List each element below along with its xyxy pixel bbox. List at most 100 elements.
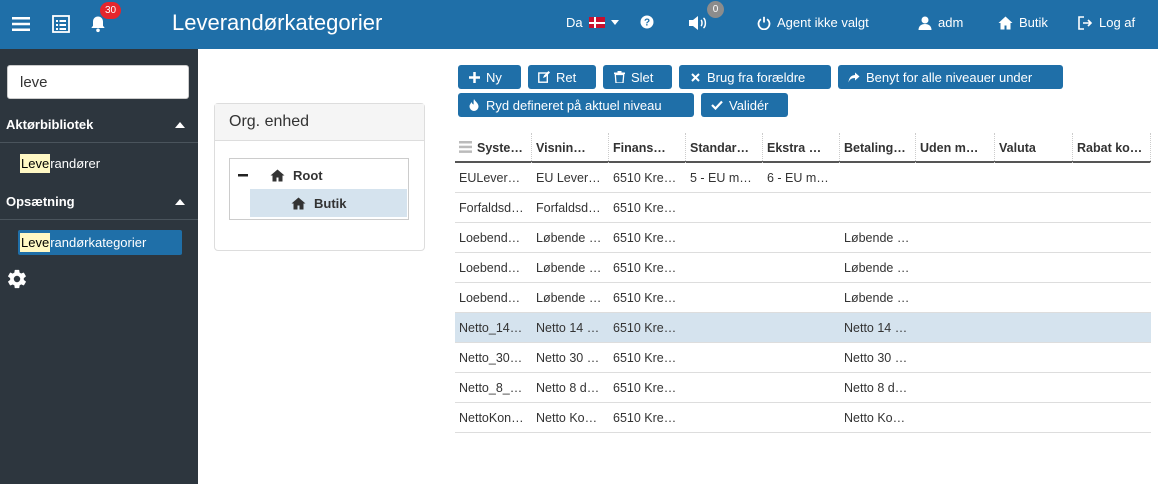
org-tree: Root Butik <box>229 158 409 220</box>
table-cell: 6510 Kre… <box>613 231 677 245</box>
table-cell <box>763 313 840 343</box>
language-selector[interactable]: Da <box>566 15 619 30</box>
table-cell: Netto_14… <box>459 321 523 335</box>
sidebar-section-actor-library[interactable]: Aktørbibliotek <box>0 107 198 143</box>
use-from-parent-button[interactable]: Brug fra forældre <box>679 65 831 89</box>
column-header[interactable]: Finans… <box>609 133 686 163</box>
table-cell: Løbende … <box>844 291 910 305</box>
help-icon[interactable]: ? <box>640 15 654 29</box>
table-cell <box>995 223 1073 253</box>
table-cell <box>916 253 995 283</box>
table-cell: Forfaldsd… <box>536 201 601 215</box>
column-header[interactable]: Ekstra … <box>763 133 840 163</box>
table-row[interactable]: Netto_30… Netto 30 … 6510 Kre… Netto 30 … <box>455 343 1151 373</box>
new-button[interactable]: Ny <box>458 65 521 89</box>
table-cell <box>686 373 763 403</box>
table-cell: 6510 Kre… <box>613 171 677 185</box>
table-cell: 6510 Kre… <box>613 381 677 395</box>
column-header[interactable]: Uden m… <box>916 133 995 163</box>
table-cell: Netto_8_… <box>459 381 523 395</box>
shop-link[interactable]: Butik <box>998 15 1048 30</box>
table-cell <box>686 193 763 223</box>
table-cell <box>1073 283 1151 313</box>
table-cell <box>763 403 840 433</box>
table-cell: Forfaldsd… <box>459 201 524 215</box>
column-header[interactable]: Betaling… <box>840 133 916 163</box>
search-input[interactable] <box>7 65 189 99</box>
column-header[interactable]: Standar… <box>686 133 763 163</box>
table-cell <box>995 193 1073 223</box>
table-cell: 5 - EU m… <box>690 171 752 185</box>
table-cell <box>763 253 840 283</box>
home-icon <box>291 197 306 209</box>
sound-badge: 0 <box>707 1 724 18</box>
table-row[interactable]: Netto_8_… Netto 8 d… 6510 Kre… Netto 8 d… <box>455 373 1151 403</box>
table-cell: EULever… <box>459 171 521 185</box>
table-row[interactable]: Loebend… Løbende … 6510 Kre… Løbende … <box>455 283 1151 313</box>
table-row[interactable]: NettoKon… Netto Ko… 6510 Kre… Netto Ko… <box>455 403 1151 433</box>
speaker-icon[interactable] <box>688 15 708 31</box>
clear-level-button[interactable]: Ryd defineret på aktuel niveau <box>458 93 694 117</box>
table-row[interactable]: Loebend… Løbende … 6510 Kre… Løbende … <box>455 253 1151 283</box>
sidebar-item-suppliers[interactable]: Leve randører <box>18 151 100 176</box>
table-row[interactable]: Netto_14… Netto 14 … 6510 Kre… Netto 14 … <box>455 313 1151 343</box>
home-icon <box>998 16 1013 29</box>
column-header[interactable]: Syste… <box>455 133 532 163</box>
apply-all-levels-button[interactable]: Benyt for alle niveauer under <box>838 65 1063 89</box>
list-icon[interactable] <box>49 12 73 36</box>
danish-flag-icon <box>588 17 605 28</box>
table-cell <box>840 163 916 193</box>
table-cell: Løbende … <box>536 291 602 305</box>
table-cell: Loebend… <box>459 291 521 305</box>
table-cell <box>763 283 840 313</box>
check-icon <box>711 99 723 111</box>
trash-icon <box>613 71 625 83</box>
collapse-minus-icon[interactable] <box>238 170 248 180</box>
column-header[interactable]: Visnin… <box>532 133 609 163</box>
table-cell: Løbende … <box>536 231 602 245</box>
table-cell <box>763 373 840 403</box>
column-header[interactable]: Rabat ko… <box>1073 133 1151 163</box>
table-cell: Løbende … <box>844 231 910 245</box>
agent-status[interactable]: Agent ikke valgt <box>757 15 869 30</box>
table-row[interactable]: Loebend… Løbende … 6510 Kre… Løbende … <box>455 223 1151 253</box>
table-cell: Netto 30 … <box>844 351 908 365</box>
table-cell: 6510 Kre… <box>613 411 677 425</box>
table-cell <box>1073 253 1151 283</box>
table-cell: 6510 Kre… <box>613 201 677 215</box>
table-cell <box>686 223 763 253</box>
menu-icon[interactable] <box>9 12 33 36</box>
logout-link[interactable]: Log af <box>1078 15 1135 30</box>
table-body: EULever… EU Lever… 6510 Kre… 5 - EU m… 6 - E… <box>455 163 1151 433</box>
table-cell: Netto 8 d… <box>844 381 908 395</box>
column-header[interactable]: Valuta <box>995 133 1073 163</box>
tree-node-butik[interactable]: Butik <box>250 189 407 217</box>
edit-button[interactable]: Ret <box>528 65 596 89</box>
table-cell: Netto_30… <box>459 351 523 365</box>
collapse-icon <box>175 198 185 205</box>
table-cell <box>995 373 1073 403</box>
table-cell: Netto Ko… <box>536 411 598 425</box>
table-cell <box>995 283 1073 313</box>
validate-button[interactable]: Validér <box>701 93 788 117</box>
table-row[interactable]: Forfaldsd… Forfaldsd… 6510 Kre… <box>455 193 1151 223</box>
table-row[interactable]: EULever… EU Lever… 6510 Kre… 5 - EU m… 6 - E… <box>455 163 1151 193</box>
table-cell <box>1073 403 1151 433</box>
table-cell <box>686 403 763 433</box>
table-cell: Netto 14 … <box>536 321 600 335</box>
user-menu[interactable]: adm <box>918 15 963 30</box>
table-cell <box>686 343 763 373</box>
table-cell <box>916 223 995 253</box>
table-cell <box>995 403 1073 433</box>
table-cell <box>995 313 1073 343</box>
table-cell <box>916 163 995 193</box>
delete-button[interactable]: Slet <box>603 65 672 89</box>
sidebar-section-setup[interactable]: Opsætning <box>0 184 198 220</box>
gear-icon[interactable] <box>6 268 28 290</box>
table-cell: Netto 8 d… <box>536 381 600 395</box>
table-cell <box>763 343 840 373</box>
sidebar-item-supplier-categories[interactable]: Leve randørkategorier <box>18 230 182 255</box>
table-cell <box>686 283 763 313</box>
plus-icon <box>468 71 480 83</box>
tree-node-root[interactable]: Root <box>238 161 323 189</box>
